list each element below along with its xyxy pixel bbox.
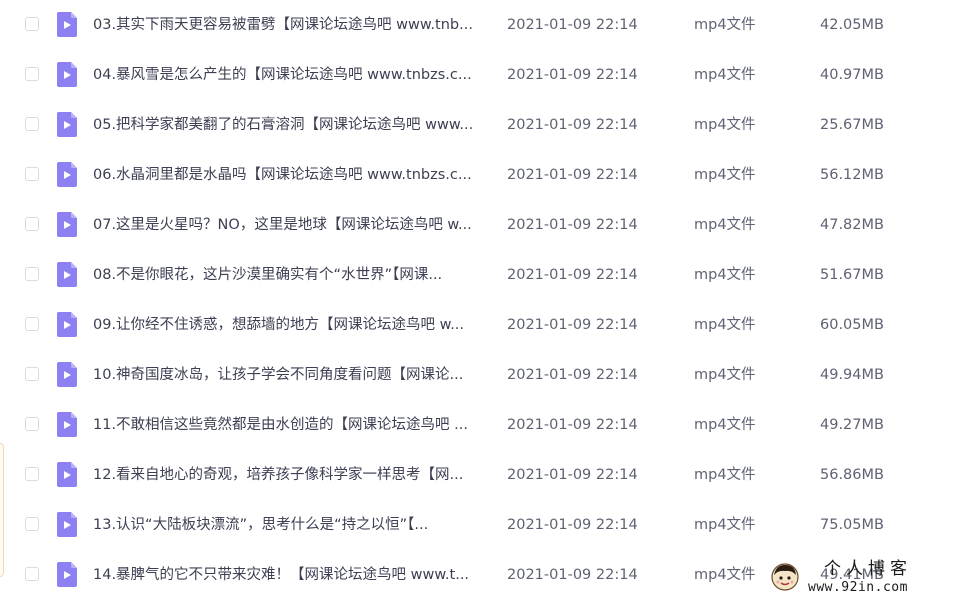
watermark-title: 个人博客 [824, 559, 912, 579]
file-type: mp4文件 [694, 167, 756, 183]
file-name[interactable]: 08.不是你眼花，这片沙漠里确实有个“水世界”【网课... [93, 265, 489, 285]
file-date: 2021-01-09 22:14 [507, 67, 638, 83]
file-type: mp4文件 [694, 67, 756, 83]
file-row[interactable]: 09.让你经不住诱惑，想舔墙的地方【网课论坛途鸟吧 w... 2021-01-0… [0, 300, 961, 350]
row-checkbox[interactable] [25, 317, 39, 331]
video-file-icon [57, 562, 77, 587]
file-type: mp4文件 [694, 117, 756, 133]
file-name[interactable]: 03.其实下雨天更容易被雷劈【网课论坛途鸟吧 www.tnb... [93, 15, 489, 35]
file-type: mp4文件 [694, 517, 756, 533]
row-checkbox[interactable] [25, 517, 39, 531]
file-row[interactable]: 07.这里是火星吗？NO，这里是地球【网课论坛途鸟吧 w... 2021-01-… [0, 200, 961, 250]
file-row[interactable]: 12.看来自地心的奇观，培养孩子像科学家一样思考【网... 2021-01-09… [0, 450, 961, 500]
file-type: mp4文件 [694, 467, 756, 483]
row-checkbox[interactable] [25, 67, 39, 81]
watermark: 个人博客 www.92in.com [768, 556, 958, 600]
file-date: 2021-01-09 22:14 [507, 467, 638, 483]
file-name[interactable]: 11.不敢相信这些竟然都是由水创造的【网课论坛途鸟吧 ... [93, 415, 489, 435]
file-size: 56.86MB [820, 467, 884, 483]
file-row[interactable]: 11.不敢相信这些竟然都是由水创造的【网课论坛途鸟吧 ... 2021-01-0… [0, 400, 961, 450]
avatar-icon [770, 562, 800, 592]
file-date: 2021-01-09 22:14 [507, 217, 638, 233]
file-row[interactable]: 10.神奇国度冰岛，让孩子学会不同角度看问题【网课论... 2021-01-09… [0, 350, 961, 400]
file-name[interactable]: 12.看来自地心的奇观，培养孩子像科学家一样思考【网... [93, 465, 489, 485]
file-size: 75.05MB [820, 517, 884, 533]
file-type: mp4文件 [694, 267, 756, 283]
video-file-icon [57, 212, 77, 237]
row-checkbox[interactable] [25, 467, 39, 481]
file-type: mp4文件 [694, 217, 756, 233]
file-date: 2021-01-09 22:14 [507, 167, 638, 183]
file-row[interactable]: 13.认识“大陆板块漂流”，思考什么是“持之以恒”【... 2021-01-09… [0, 500, 961, 550]
file-name[interactable]: 05.把科学家都美翻了的石膏溶洞【网课论坛途鸟吧 www... [93, 115, 489, 135]
file-name[interactable]: 13.认识“大陆板块漂流”，思考什么是“持之以恒”【... [93, 515, 489, 535]
file-name[interactable]: 06.水晶洞里都是水晶吗【网课论坛途鸟吧 www.tnbzs.c... [93, 165, 489, 185]
file-list: 03.其实下雨天更容易被雷劈【网课论坛途鸟吧 www.tnb... 2021-0… [0, 0, 961, 600]
row-checkbox[interactable] [25, 567, 39, 581]
row-checkbox[interactable] [25, 17, 39, 31]
file-row[interactable]: 08.不是你眼花，这片沙漠里确实有个“水世界”【网课... 2021-01-09… [0, 250, 961, 300]
file-name[interactable]: 09.让你经不住诱惑，想舔墙的地方【网课论坛途鸟吧 w... [93, 315, 489, 335]
file-date: 2021-01-09 22:14 [507, 367, 638, 383]
row-checkbox[interactable] [25, 417, 39, 431]
file-row[interactable]: 04.暴风雪是怎么产生的【网课论坛途鸟吧 www.tnbzs.c... 2021… [0, 50, 961, 100]
file-date: 2021-01-09 22:14 [507, 567, 638, 583]
file-size: 47.82MB [820, 217, 884, 233]
file-list-page: 03.其实下雨天更容易被雷劈【网课论坛途鸟吧 www.tnb... 2021-0… [0, 0, 961, 602]
file-date: 2021-01-09 22:14 [507, 267, 638, 283]
file-date: 2021-01-09 22:14 [507, 17, 638, 33]
file-size: 60.05MB [820, 317, 884, 333]
file-name[interactable]: 14.暴脾气的它不只带来灾难！【网课论坛途鸟吧 www.t... [93, 565, 489, 585]
file-row[interactable]: 03.其实下雨天更容易被雷劈【网课论坛途鸟吧 www.tnb... 2021-0… [0, 0, 961, 50]
file-date: 2021-01-09 22:14 [507, 117, 638, 133]
file-size: 49.94MB [820, 367, 884, 383]
file-type: mp4文件 [694, 317, 756, 333]
file-type: mp4文件 [694, 367, 756, 383]
video-file-icon [57, 112, 77, 137]
video-file-icon [57, 462, 77, 487]
file-name[interactable]: 10.神奇国度冰岛，让孩子学会不同角度看问题【网课论... [93, 365, 489, 385]
row-checkbox[interactable] [25, 167, 39, 181]
row-checkbox[interactable] [25, 267, 39, 281]
file-type: mp4文件 [694, 567, 756, 583]
row-checkbox[interactable] [25, 367, 39, 381]
file-size: 40.97MB [820, 67, 884, 83]
video-file-icon [57, 412, 77, 437]
video-file-icon [57, 512, 77, 537]
row-checkbox[interactable] [25, 117, 39, 131]
file-date: 2021-01-09 22:14 [507, 317, 638, 333]
file-size: 56.12MB [820, 167, 884, 183]
file-type: mp4文件 [694, 17, 756, 33]
video-file-icon [57, 62, 77, 87]
video-file-icon [57, 162, 77, 187]
file-row[interactable]: 05.把科学家都美翻了的石膏溶洞【网课论坛途鸟吧 www... 2021-01-… [0, 100, 961, 150]
file-name[interactable]: 04.暴风雪是怎么产生的【网课论坛途鸟吧 www.tnbzs.c... [93, 65, 489, 85]
video-file-icon [57, 362, 77, 387]
file-name[interactable]: 07.这里是火星吗？NO，这里是地球【网课论坛途鸟吧 w... [93, 215, 489, 235]
file-date: 2021-01-09 22:14 [507, 417, 638, 433]
file-date: 2021-01-09 22:14 [507, 517, 638, 533]
video-file-icon [57, 12, 77, 37]
video-file-icon [57, 312, 77, 337]
file-size: 42.05MB [820, 17, 884, 33]
row-checkbox[interactable] [25, 217, 39, 231]
watermark-url: www.92in.com [808, 580, 908, 595]
file-size: 49.27MB [820, 417, 884, 433]
file-row[interactable]: 06.水晶洞里都是水晶吗【网课论坛途鸟吧 www.tnbzs.c... 2021… [0, 150, 961, 200]
file-type: mp4文件 [694, 417, 756, 433]
file-size: 25.67MB [820, 117, 884, 133]
video-file-icon [57, 262, 77, 287]
file-size: 51.67MB [820, 267, 884, 283]
